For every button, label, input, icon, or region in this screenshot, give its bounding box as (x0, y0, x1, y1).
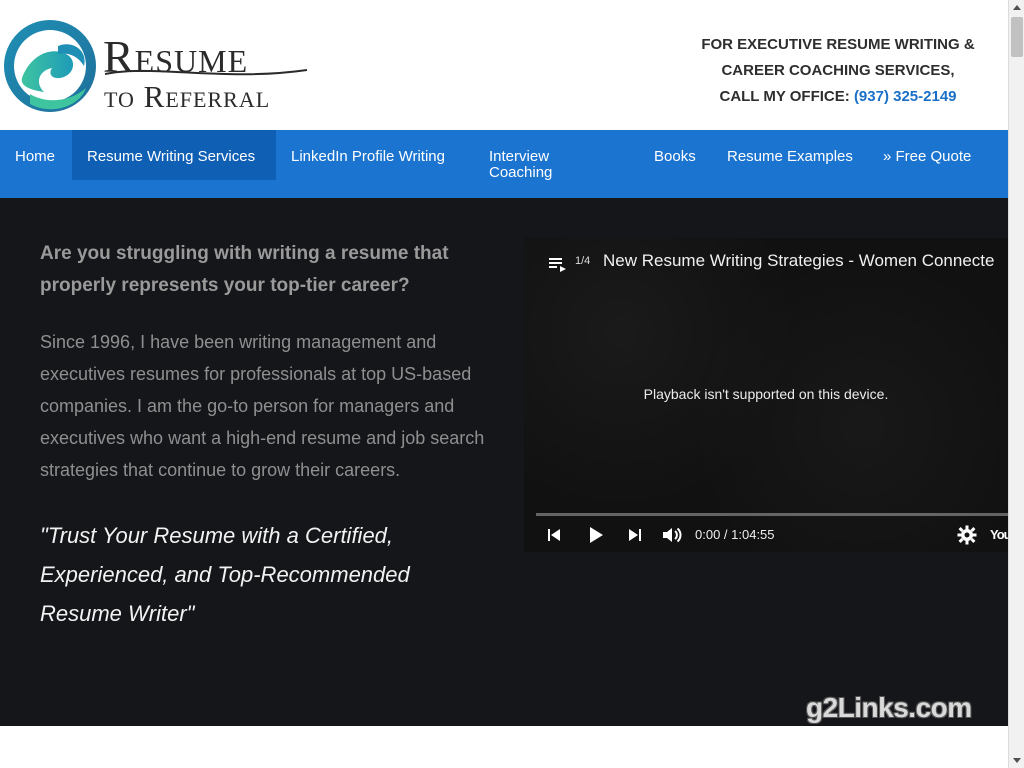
nav-item-resume-examples[interactable]: Resume Examples (712, 130, 868, 180)
nav-item-interview-coaching[interactable]: Interview Coaching (474, 130, 584, 181)
playlist-count: 1/4 (575, 255, 591, 267)
next-icon[interactable] (625, 524, 645, 546)
hero-section: Are you struggling with writing a resume… (0, 198, 1008, 726)
contact-line-2: CAREER COACHING SERVICES, (721, 62, 955, 79)
video-progress-bar[interactable] (536, 513, 1008, 516)
header-contact: FOR EXECUTIVE RESUME WRITING & CAREER CO… (660, 32, 1008, 110)
nav-item-resume-writing-services[interactable]: Resume Writing Services (72, 130, 276, 180)
hero-text: Are you struggling with writing a resume… (40, 238, 490, 633)
page: Resume to Referral FOR EXECUTIVE RESUME … (0, 0, 1008, 768)
play-icon[interactable] (584, 524, 606, 546)
previous-icon[interactable] (544, 524, 564, 546)
video-time: 0:00 / 1:04:55 (695, 527, 775, 542)
settings-gear-icon[interactable] (956, 524, 978, 546)
nav-item-linkedin-profile-writing[interactable]: LinkedIn Profile Writing (276, 130, 460, 180)
playback-unsupported-message: Playback isn't supported on this device. (643, 386, 889, 402)
watermark-text: g2Links.com (806, 692, 972, 723)
nav-item-free-quote[interactable]: » Free Quote (868, 130, 986, 180)
video-player[interactable]: 1/4 New Resume Writing Strategies - Wome… (524, 238, 1008, 552)
scroll-down-arrow-icon[interactable] (1009, 752, 1024, 768)
phone-link[interactable]: (937) 325-2149 (854, 88, 957, 105)
site-logo[interactable]: Resume to Referral (0, 12, 320, 118)
nav-item-books[interactable]: Books (639, 130, 711, 180)
hero-body: Since 1996, I have been writing manageme… (40, 332, 485, 480)
main-nav: Home Resume Writing Services LinkedIn Pr… (0, 130, 1008, 198)
contact-line-3: CALL MY OFFICE: (937) 325-2149 (660, 84, 1008, 110)
logo-emblem-icon (4, 20, 96, 112)
logo-wordmark-line2: to Referral (104, 79, 271, 114)
scroll-up-arrow-icon[interactable] (1009, 0, 1024, 16)
site-header: Resume to Referral FOR EXECUTIVE RESUME … (0, 0, 1008, 130)
hero-question: Are you struggling with writing a resume… (40, 243, 449, 296)
nav-item-home[interactable]: Home (0, 130, 70, 180)
playlist-icon[interactable] (548, 254, 568, 274)
hero-quote: "Trust Your Resume with a Certified, Exp… (40, 523, 410, 626)
video-title[interactable]: New Resume Writing Strategies - Women Co… (603, 251, 994, 271)
volume-icon[interactable] (660, 524, 684, 546)
contact-line-1: FOR EXECUTIVE RESUME WRITING & (701, 36, 975, 53)
vertical-scrollbar[interactable] (1008, 0, 1024, 768)
contact-call-label: CALL MY OFFICE: (719, 88, 854, 105)
youtube-logo[interactable]: You (990, 527, 1008, 542)
scroll-thumb[interactable] (1011, 17, 1023, 57)
